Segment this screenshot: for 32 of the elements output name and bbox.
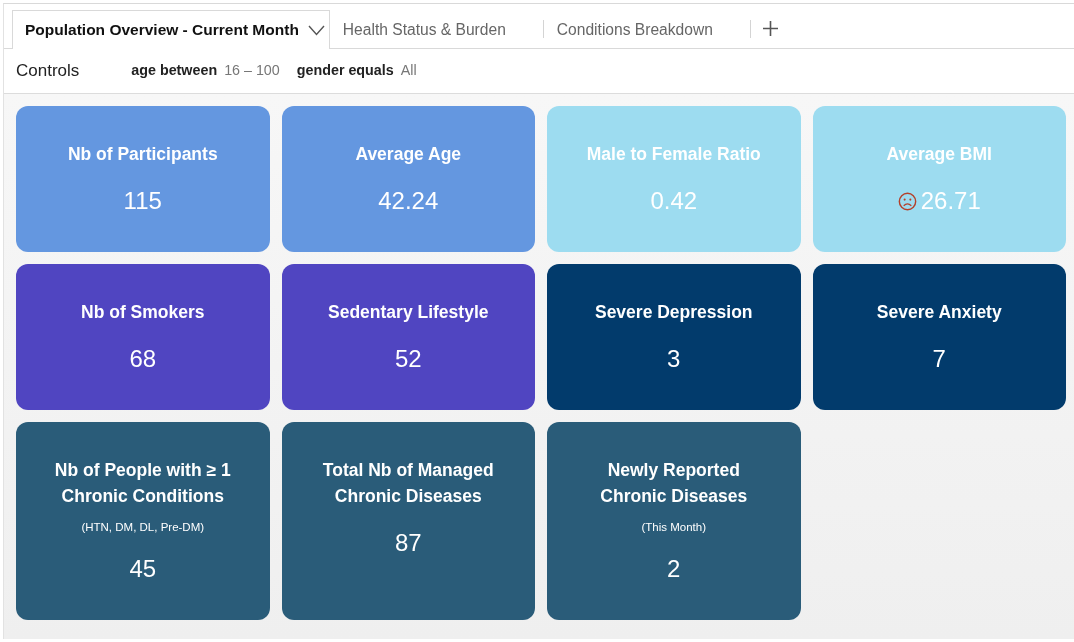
- sheet-tab[interactable]: Conditions Breakdown: [543, 10, 750, 49]
- sheet-tab[interactable]: Health Status & Burden: [329, 10, 543, 49]
- kpi-title: Average BMI: [886, 143, 992, 166]
- kpi-subtitle: (HTN, DM, DL, Pre-DM): [81, 520, 205, 535]
- filter-control[interactable]: gender equals All: [296, 60, 417, 82]
- filter-control[interactable]: age between 16 – 100: [131, 60, 280, 82]
- controls-label: Controls: [16, 60, 80, 83]
- kpi-value: 3: [667, 344, 681, 374]
- kpi-value: 42.24: [378, 186, 439, 216]
- kpi-title: Average Age: [355, 143, 462, 166]
- kpi-value: 7: [932, 344, 946, 374]
- caret-icon: [307, 24, 325, 36]
- kpi-title: Male to Female Ratio: [586, 143, 761, 166]
- sheet-tab[interactable]: Population Overview - Current Month: [12, 10, 330, 49]
- kpi-value: 115: [123, 186, 162, 216]
- kpi-title: Severe Depression: [594, 301, 753, 324]
- kpi-title: Total Nb of Managed Chronic Diseases: [321, 459, 495, 508]
- kpi-value: 52: [394, 344, 422, 374]
- kpi-value: 26.71: [920, 186, 981, 216]
- kpi-value: 2: [667, 554, 681, 584]
- kpi-value: 45: [129, 554, 157, 584]
- kpi-title: Newly Reported Chronic Diseases: [599, 459, 749, 508]
- kpi-title: Nb of Participants: [67, 143, 218, 166]
- plus-icon: [762, 21, 778, 36]
- kpi-title: Severe Anxiety: [876, 301, 1002, 324]
- kpi-title: Nb of Smokers: [81, 301, 205, 324]
- kpi-value: 87: [394, 528, 422, 558]
- kpi-title: Nb of People with ≥ 1 Chronic Conditions: [53, 459, 232, 508]
- kpi-value: 68: [129, 344, 157, 374]
- kpi-value: 0.42: [650, 186, 698, 216]
- kpi-subtitle: (This Month): [641, 520, 706, 535]
- kpi-title: Sedentary Lifestyle: [328, 301, 489, 324]
